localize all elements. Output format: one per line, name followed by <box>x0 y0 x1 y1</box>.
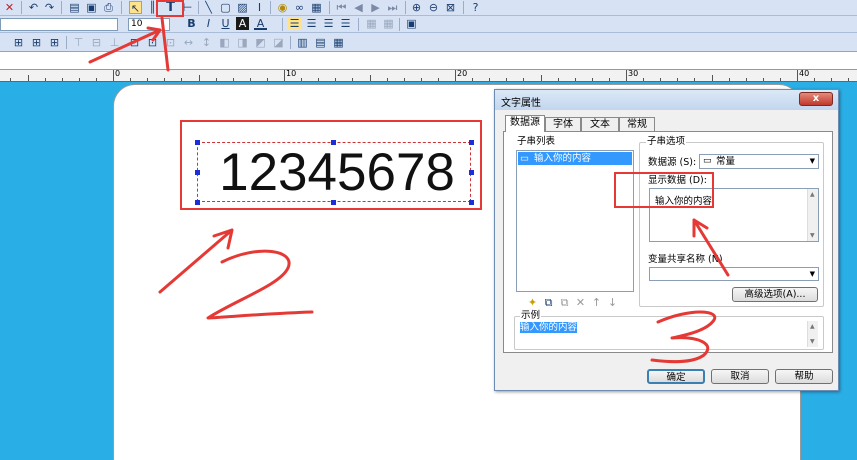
handwritten-annotations <box>88 16 730 364</box>
arrow-to-display-data <box>692 218 730 277</box>
tab-datasource[interactable]: 数据源 <box>505 115 545 132</box>
annotation-two-stroke <box>206 249 314 320</box>
arrow-to-text-tool <box>88 26 162 64</box>
annotation-one-stroke <box>160 16 170 72</box>
annotation-three-stroke <box>650 310 717 364</box>
